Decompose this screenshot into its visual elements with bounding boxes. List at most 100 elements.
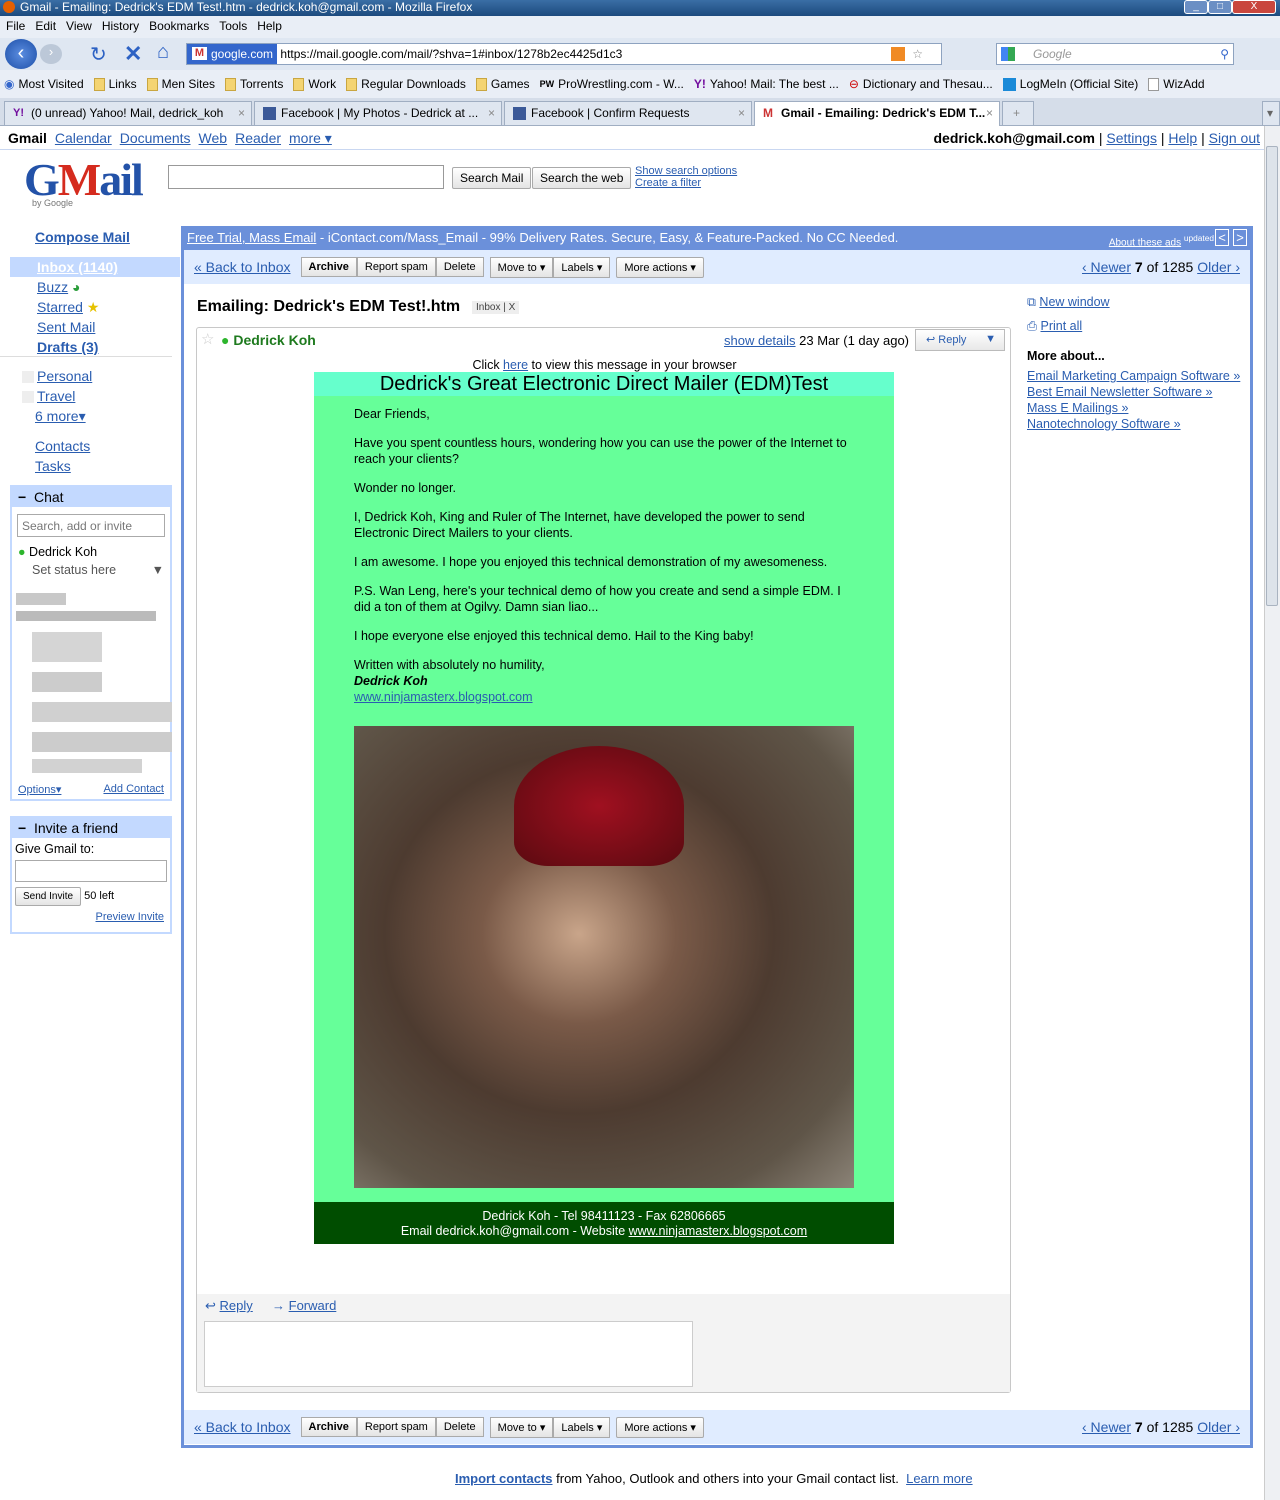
site-identity[interactable]: Mgoogle.com — [187, 44, 278, 64]
sender-name[interactable]: ● Dedrick Koh — [221, 332, 316, 348]
report-spam-button[interactable]: Report spam — [356, 257, 436, 277]
blurred-contact[interactable] — [32, 759, 142, 773]
newer-link[interactable]: ‹ Newer — [1082, 259, 1131, 275]
home-icon[interactable]: ⌂ — [157, 41, 169, 64]
bookmark-folder[interactable]: Men Sites — [146, 77, 215, 91]
bookmark-folder[interactable]: Work — [293, 77, 336, 91]
nav-sent[interactable]: Sent Mail — [0, 317, 180, 337]
bookmark-folder[interactable]: Links — [93, 77, 137, 91]
reply-link[interactable]: Reply — [220, 1298, 253, 1313]
tab-facebook-photos[interactable]: Facebook | My Photos - Dedrick at ... × — [254, 101, 502, 125]
invite-email-input[interactable] — [15, 860, 167, 882]
gbar-calendar[interactable]: Calendar — [55, 130, 112, 146]
label-personal[interactable]: Personal — [0, 366, 180, 386]
learn-more-link[interactable]: Learn more — [906, 1471, 972, 1486]
nav-drafts[interactable]: Drafts (3) — [0, 337, 172, 357]
delete-button[interactable]: Delete — [435, 1417, 484, 1437]
archive-button[interactable]: Archive — [300, 257, 357, 277]
show-details-link[interactable]: show details — [724, 333, 796, 348]
bookmark-folder[interactable]: Regular Downloads — [346, 77, 466, 91]
menu-view[interactable]: View — [66, 19, 92, 35]
labels-button[interactable]: Labels ▾ — [553, 1416, 611, 1438]
prev-ad-button[interactable]: < — [1215, 229, 1229, 246]
reply-button[interactable]: ↩ Reply ▼ — [915, 329, 1005, 351]
settings-link[interactable]: Settings — [1106, 130, 1157, 146]
star-icon[interactable]: ☆ — [201, 330, 214, 348]
blurred-contact[interactable] — [16, 611, 156, 621]
menu-bookmarks[interactable]: Bookmarks — [149, 19, 209, 35]
delete-button[interactable]: Delete — [435, 257, 484, 277]
tab-facebook-requests[interactable]: Facebook | Confirm Requests × — [504, 101, 752, 125]
close-tab-icon[interactable]: × — [986, 102, 993, 124]
blurred-contact[interactable] — [32, 732, 172, 752]
tab-list-button[interactable]: ▾ — [1262, 101, 1280, 125]
menu-edit[interactable]: Edit — [35, 19, 56, 35]
report-spam-button[interactable]: Report spam — [356, 1417, 436, 1437]
back-button[interactable]: ‹ — [5, 39, 37, 69]
ad-link[interactable]: Free Trial, Mass Email — [187, 230, 316, 245]
move-to-button[interactable]: Move to ▾ — [489, 256, 554, 278]
menu-history[interactable]: History — [102, 19, 139, 35]
related-link[interactable]: Mass E Mailings » — [1027, 400, 1252, 416]
forward-button[interactable]: › — [40, 44, 62, 64]
remove-label-icon[interactable]: X — [509, 302, 516, 313]
chat-options-link[interactable]: Options▾ — [18, 783, 61, 796]
more-labels-link[interactable]: 6 more▾ — [0, 406, 180, 426]
preview-invite-link[interactable]: Preview Invite — [96, 911, 164, 923]
chat-search-input[interactable]: Search, add or invite — [17, 514, 165, 537]
related-link[interactable]: Nanotechnology Software » — [1027, 416, 1252, 432]
print-all-link[interactable]: ⎙ Print all — [1027, 318, 1252, 334]
bookmark-folder[interactable]: Games — [475, 77, 530, 91]
bookmark-item[interactable]: PW ProWrestling.com - W... — [540, 77, 684, 91]
forward-link[interactable]: Forward — [289, 1298, 337, 1313]
chat-header[interactable]: − Chat — [12, 487, 170, 507]
more-actions-button[interactable]: More actions ▾ — [616, 1416, 704, 1438]
blurred-contact[interactable] — [32, 632, 102, 662]
add-contact-link[interactable]: Add Contact — [103, 783, 164, 795]
new-window-link[interactable]: ⧉ New window — [1027, 294, 1252, 310]
sign-out-link[interactable]: Sign out — [1209, 130, 1260, 146]
bookmark-folder[interactable]: Torrents — [225, 77, 283, 91]
bookmark-item[interactable]: WizAdd — [1148, 77, 1205, 91]
nav-inbox[interactable]: Inbox (1140) — [10, 257, 180, 277]
related-link[interactable]: Email Marketing Campaign Software » — [1027, 368, 1252, 384]
related-link[interactable]: Best Email Newsletter Software » — [1027, 384, 1252, 400]
gbar-documents[interactable]: Documents — [120, 130, 191, 146]
scrollbar-thumb[interactable] — [1266, 146, 1278, 606]
blurred-contact[interactable] — [32, 672, 102, 692]
labels-button[interactable]: Labels ▾ — [553, 256, 611, 278]
back-to-inbox-link[interactable]: « Back to Inbox — [194, 1419, 291, 1435]
create-filter-link[interactable]: Create a filter — [635, 177, 701, 189]
older-link[interactable]: Older › — [1197, 259, 1240, 275]
rss-icon[interactable] — [891, 47, 905, 61]
nav-buzz[interactable]: Buzz ◕ — [0, 277, 180, 297]
back-to-inbox-link[interactable]: « Back to Inbox — [194, 259, 291, 275]
view-in-browser-link[interactable]: here — [503, 358, 528, 372]
gbar-reader[interactable]: Reader — [235, 130, 281, 146]
bookmark-item[interactable]: Y! Yahoo! Mail: The best ... — [694, 77, 839, 91]
search-input[interactable]: Google ⚲ — [996, 43, 1234, 65]
bookmark-item[interactable]: LogMeIn (Official Site) — [1002, 77, 1138, 91]
close-tab-icon[interactable]: × — [738, 102, 745, 124]
magnifier-icon[interactable]: ⚲ — [1220, 44, 1229, 64]
menu-tools[interactable]: Tools — [219, 19, 247, 35]
search-web-button[interactable]: Search the web — [532, 167, 632, 189]
older-link[interactable]: Older › — [1197, 1419, 1240, 1435]
close-tab-icon[interactable]: × — [488, 102, 495, 124]
minimize-button[interactable]: _ — [1184, 0, 1208, 14]
invite-header[interactable]: − Invite a friend — [12, 818, 170, 838]
more-actions-button[interactable]: More actions ▾ — [616, 256, 704, 278]
import-contacts-link[interactable]: Import contacts — [455, 1471, 553, 1486]
menu-file[interactable]: File — [6, 19, 25, 35]
help-link[interactable]: Help — [1168, 130, 1197, 146]
blurred-contact[interactable] — [32, 702, 172, 722]
show-search-options-link[interactable]: Show search options — [635, 165, 737, 177]
nav-contacts[interactable]: Contacts — [0, 436, 180, 456]
nav-tasks[interactable]: Tasks — [0, 456, 180, 476]
search-mail-button[interactable]: Search Mail — [452, 167, 532, 189]
stop-icon[interactable]: ✕ — [124, 41, 142, 67]
send-invite-button[interactable]: Send Invite — [15, 887, 82, 906]
new-tab-button[interactable]: + — [1002, 101, 1034, 125]
bookmark-item[interactable]: ⊖ Dictionary and Thesau... — [849, 77, 993, 91]
tab-gmail[interactable]: M Gmail - Emailing: Dedrick's EDM T... × — [754, 101, 1000, 126]
